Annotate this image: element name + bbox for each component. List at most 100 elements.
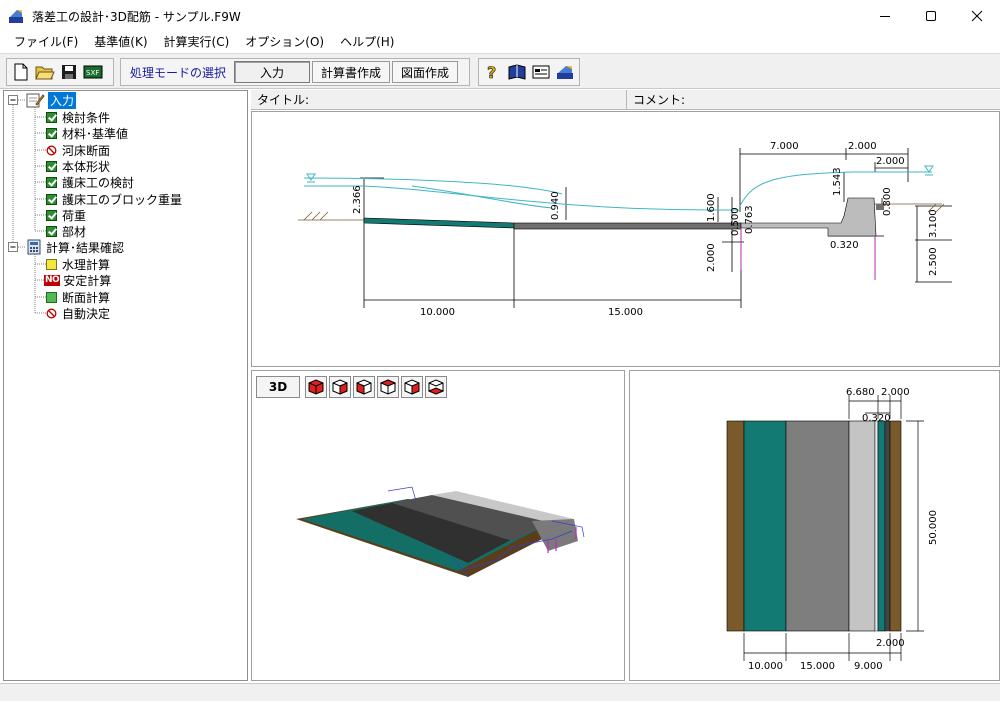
prohibited-icon: [46, 145, 57, 155]
open-file-button[interactable]: [34, 61, 56, 83]
check-icon: [46, 160, 57, 172]
tree-item-body-shape[interactable]: 本体形状: [46, 158, 110, 174]
window-title: 落差工の設計･3D配筋 - サンプル.F9W: [32, 10, 241, 24]
dim-label: 0.320: [830, 240, 859, 251]
minimize-icon: [880, 15, 890, 17]
toolbar: SXF 処理モードの選択 入力 計算書作成 図面作成 ?: [0, 53, 1000, 89]
tree-item-section[interactable]: 断面計算: [46, 289, 110, 305]
menu-file[interactable]: ファイル(F): [6, 31, 86, 53]
tree-item-auto-decide[interactable]: 自動決定: [46, 305, 110, 321]
tree-root-calculation-label: 計算･結果確認: [46, 240, 125, 255]
view-button-3[interactable]: [353, 376, 375, 398]
check-icon: [46, 225, 57, 237]
info-bar: タイトル: コメント:: [251, 90, 1000, 110]
comment-field[interactable]: コメント:: [627, 90, 1000, 110]
menu-calculate[interactable]: 計算実行(C): [156, 31, 238, 53]
status-yellow-icon: [46, 258, 57, 270]
menu-standards[interactable]: 基準値(K): [86, 31, 155, 53]
menu-bar: ファイル(F) 基準値(K) 計算実行(C) オプション(O) ヘルプ(H): [0, 31, 1000, 53]
navigation-tree: 入力 検討条件 材料･基準値 河床断面 本体形状 護床工の検討 護床工のブロック…: [3, 90, 248, 681]
check-icon: [46, 193, 57, 205]
save-button[interactable]: [58, 61, 80, 83]
new-file-icon: [14, 63, 28, 81]
dim-label: 0.940: [550, 191, 561, 220]
mode-input-button[interactable]: 入力: [234, 61, 311, 83]
manual-button[interactable]: [506, 61, 528, 83]
dim-label: 0.763: [744, 205, 755, 234]
report-create-button[interactable]: 計算書作成: [312, 61, 391, 83]
tree-item-bed-protection[interactable]: 護床工の検討: [46, 174, 134, 190]
menu-help[interactable]: ヘルプ(H): [332, 31, 402, 53]
section-view[interactable]: 7.000 2.000 2.000 2.366 1.543 0.800 0.94…: [251, 111, 1000, 367]
manual-icon: [508, 64, 526, 80]
menu-options[interactable]: オプション(O): [237, 31, 332, 53]
plan-drawing: 6.680 2.000 0.320 50.000 2.000 10.000 15…: [726, 387, 939, 672]
view-button-5[interactable]: [401, 376, 423, 398]
close-button[interactable]: [954, 0, 1000, 31]
maximize-button[interactable]: [908, 0, 954, 31]
maximize-icon: [926, 10, 936, 21]
title-field[interactable]: タイトル:: [251, 90, 627, 110]
dim-label: 2.000: [706, 243, 717, 272]
collapse-icon[interactable]: [8, 94, 19, 106]
svg-text:SXF: SXF: [86, 69, 99, 77]
tree-root-calculation[interactable]: 計算･結果確認: [8, 239, 124, 255]
view-button-1[interactable]: [305, 376, 327, 398]
dim-label: 2.366: [352, 185, 363, 214]
drawing-create-button[interactable]: 図面作成: [392, 61, 459, 83]
title-bar: 落差工の設計･3D配筋 - サンプル.F9W: [0, 0, 1000, 31]
dim-label: 10.000: [420, 307, 455, 318]
dim-label: 50.000: [928, 510, 939, 545]
tree-item-loads[interactable]: 荷重: [46, 207, 86, 223]
save-disk-icon: [62, 65, 76, 79]
cube-view-1-icon: [308, 379, 324, 395]
minimize-button[interactable]: [862, 0, 908, 31]
tree-item-conditions[interactable]: 検討条件: [46, 109, 110, 125]
cube-view-4-icon: [380, 379, 396, 395]
mode-toolbar-group: 処理モードの選択 入力 計算書作成 図面作成: [120, 58, 470, 86]
dim-label: 6.680: [846, 387, 875, 398]
tree-item-members[interactable]: 部材: [46, 223, 86, 239]
about-button[interactable]: [530, 61, 552, 83]
cube-view-3-icon: [356, 379, 372, 395]
tree-item-hydraulic[interactable]: 水理計算: [46, 256, 110, 272]
new-file-button[interactable]: [10, 61, 32, 83]
view-button-4[interactable]: [377, 376, 399, 398]
tree-item-stability[interactable]: NO 安定計算: [44, 272, 111, 288]
tree-root-input[interactable]: 入力: [8, 91, 77, 109]
check-icon: [46, 209, 57, 221]
pencil-note-icon: [26, 93, 45, 108]
about-icon: [532, 65, 550, 79]
section-drawing: 7.000 2.000 2.000 2.366 1.543 0.800 0.94…: [298, 141, 952, 318]
3d-view[interactable]: [251, 370, 625, 681]
tree-item-materials[interactable]: 材料･基準値: [46, 125, 128, 141]
tree-root-input-label: 入力: [48, 91, 77, 109]
tree-item-block-weight[interactable]: 護床工のブロック重量: [46, 191, 182, 207]
export-button[interactable]: SXF: [82, 61, 104, 83]
3d-mode-button[interactable]: 3D: [256, 376, 300, 398]
dim-label: 2.000: [881, 387, 910, 398]
dim-label: 15.000: [800, 661, 835, 672]
collapse-icon[interactable]: [8, 241, 19, 253]
check-icon: [46, 176, 57, 188]
help-icon: ?: [487, 63, 497, 81]
dim-label: 10.000: [748, 661, 783, 672]
close-icon: [971, 10, 983, 21]
dim-label: 15.000: [608, 307, 643, 318]
status-green-icon: [46, 291, 57, 303]
view-button-6[interactable]: [425, 376, 447, 398]
view-button-2[interactable]: [329, 376, 351, 398]
dim-label: 2.000: [876, 638, 905, 649]
help-toolbar-group: ?: [478, 58, 580, 86]
ng-badge: NO: [44, 274, 61, 286]
tree-item-riverbed[interactable]: 河床断面: [46, 142, 110, 158]
help-button[interactable]: ?: [482, 61, 504, 83]
dim-label: 0.500: [730, 207, 741, 236]
svg-text:?: ?: [487, 63, 496, 81]
check-icon: [46, 111, 57, 123]
dim-label: 9.000: [854, 661, 883, 672]
web-button[interactable]: [554, 61, 576, 83]
3d-model: [296, 486, 585, 578]
plan-view[interactable]: 6.680 2.000 0.320 50.000 2.000 10.000 15…: [629, 370, 1000, 681]
open-folder-icon: [35, 66, 55, 80]
